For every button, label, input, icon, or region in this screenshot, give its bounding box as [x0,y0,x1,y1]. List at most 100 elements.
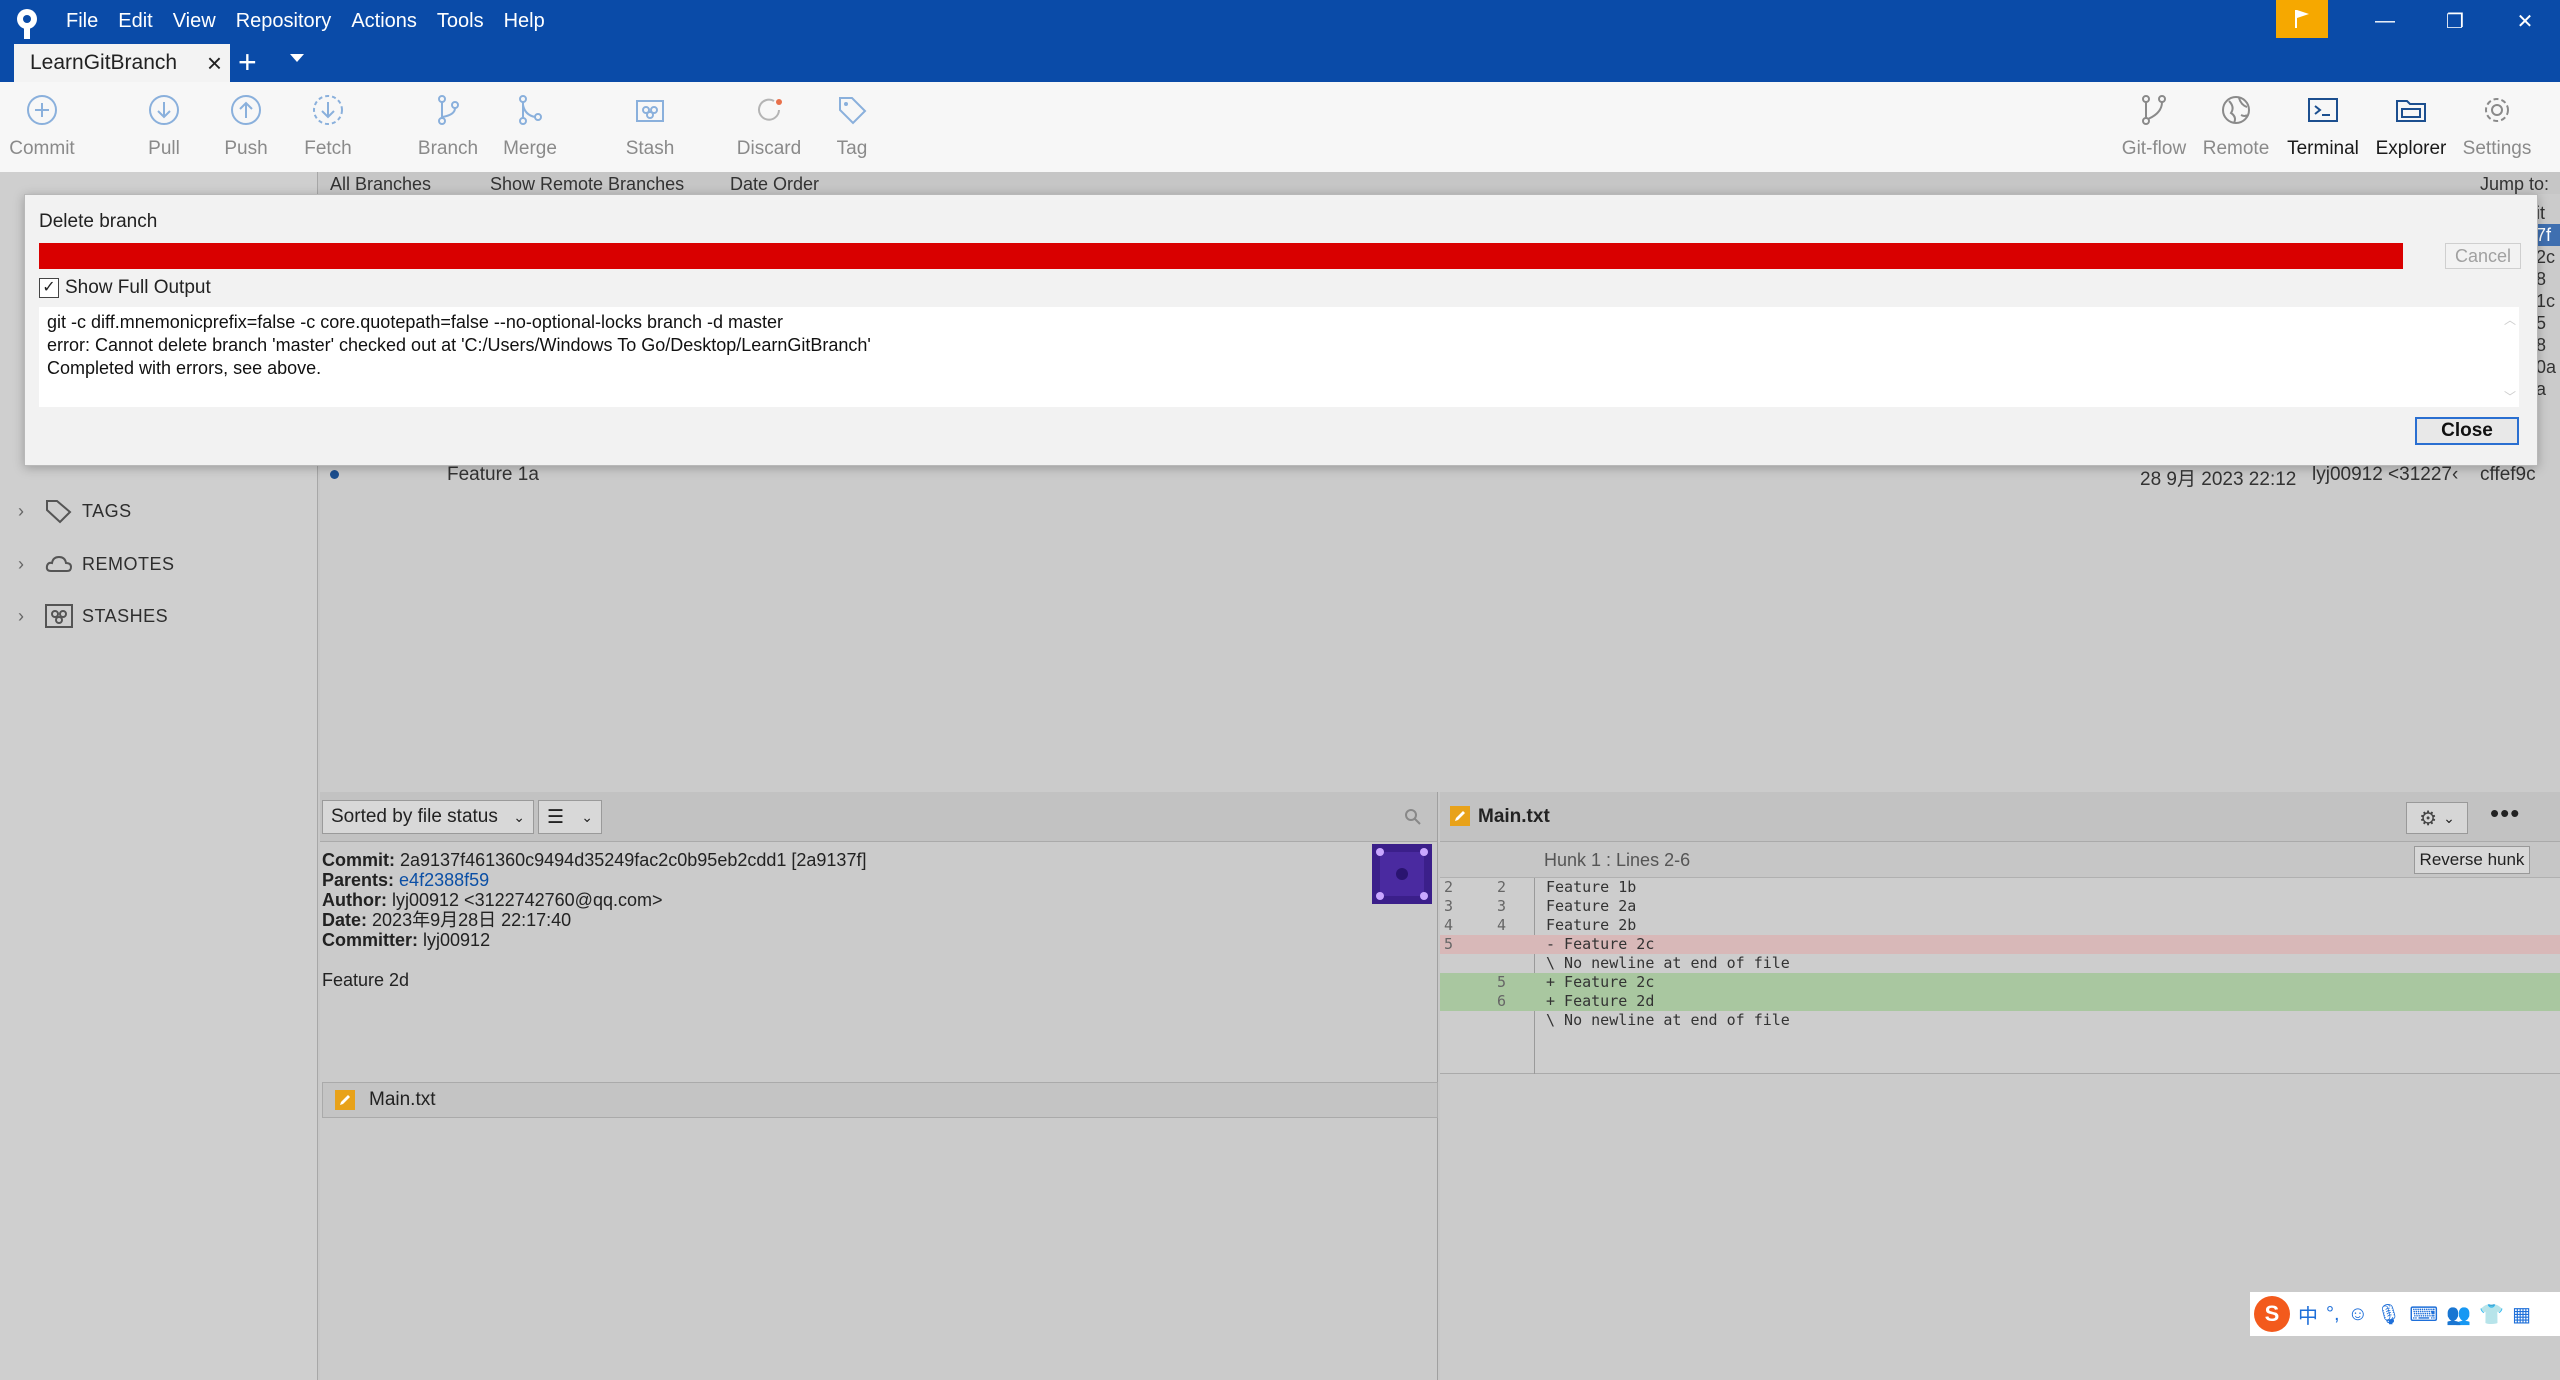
merge-icon [519,95,542,125]
microphone-icon[interactable]: 🎙 [2376,1302,2401,1327]
restore-button[interactable]: ❐ [2420,0,2490,42]
column-fragments: it 7f 2c 8 1c 5 8 0a a [2536,202,2560,400]
fetch-button[interactable]: Fetch [283,90,373,160]
repo-tab[interactable]: LearnGitBranch × [14,44,230,82]
menu-view[interactable]: View [163,9,226,33]
chevron-down-icon: ⌄ [581,808,593,825]
new-tab-button[interactable]: + [238,44,257,80]
sidebar-item-stashes[interactable]: › STASHES [18,603,168,629]
fetch-icon [313,95,343,125]
sidebar-item-label: STASHES [82,605,169,626]
chevron-right-icon: › [18,553,25,574]
tab-list-chevron-down-icon[interactable] [290,54,304,62]
sourcetree-logo-icon [17,9,37,39]
commit-date: 28 9月 2023 22:12 [2140,469,2297,490]
git-flow-icon [2142,95,2166,125]
settings-button[interactable]: Settings [2452,90,2542,160]
menu-file[interactable]: File [56,9,108,33]
commit-metadata: Commit: 2a9137f461360c9494d35249fac2c0b9… [322,850,867,990]
user-icon[interactable]: 👥 [2446,1302,2471,1327]
more-options-icon[interactable]: ••• [2490,798,2520,829]
discard-button[interactable]: Discard [724,90,814,160]
emoji-icon[interactable]: ☺ [2348,1303,2368,1326]
reverse-hunk-button[interactable]: Reverse hunk [2414,846,2530,874]
chevron-down-icon: ⌄ [2443,809,2455,826]
remote-button[interactable]: Remote [2191,90,2281,160]
punctuation-icon[interactable]: °, [2326,1303,2340,1326]
commit-hash: cffef9c [2480,464,2536,485]
git-flow-button[interactable]: Git-flow [2109,90,2199,160]
stash-button[interactable]: Stash [605,90,695,160]
cancel-button[interactable]: Cancel [2445,243,2521,269]
skin-icon[interactable]: 👕 [2479,1302,2504,1327]
menu-actions[interactable]: Actions [341,9,427,33]
show-remote-checkbox[interactable]: Show Remote Branches [490,174,684,195]
details-header: Sorted by file status ⌄ ☰ ⌄ [320,792,1437,842]
avatar [1372,844,1432,904]
commit-details-pane: Sorted by file status ⌄ ☰ ⌄ Commit: 2a91… [320,792,1438,1380]
terminal-button[interactable]: Terminal [2278,90,2368,160]
output-scrollbar[interactable]: ︿ ﹀ [2501,307,2519,407]
sidebar-item-label: TAGS [82,500,132,521]
folder-icon [2396,100,2426,122]
order-dropdown[interactable]: Date Order [730,174,819,195]
close-button[interactable]: Close [2415,417,2519,445]
show-full-output-checkbox[interactable]: ✓ Show Full Output [39,277,211,299]
diff-line-added: 6 + Feature 2d [1440,992,2560,1011]
toolbar: Commit Pull Push Fetch Branch Merge Stas… [0,82,2560,172]
hunk-label: Hunk 1 : Lines 2-6 [1544,850,1691,870]
stash-icon [636,100,664,122]
sidebar-item-remotes[interactable]: › REMOTES [18,551,175,577]
checkbox-checked-icon[interactable]: ✓ [39,278,59,298]
file-list-item[interactable]: Main.txt [322,1082,1438,1118]
commit-button[interactable]: Commit [0,90,87,160]
cloud-icon [45,555,73,572]
pull-icon [149,95,179,125]
toolbox-icon[interactable]: ▦ [2512,1302,2531,1327]
diff-line: \ No newline at end of file [1546,1011,1790,1029]
search-icon[interactable] [1404,808,1422,826]
output-line: Completed with errors, see above. [47,358,322,378]
minimize-button[interactable]: — [2350,0,2420,42]
author-value: lyj00912 <3122742760@qq.com> [392,890,663,910]
sidebar-item-label: REMOTES [82,553,175,574]
notification-flag-button[interactable] [2276,0,2328,38]
sogou-logo-icon[interactable]: S [2254,1296,2290,1332]
output-line: git -c diff.mnemonicprefix=false -c core… [47,312,784,332]
commit-author: lyj00912 <31227‹ [2312,464,2459,485]
pull-button[interactable]: Pull [119,90,209,160]
file-name: Main.txt [369,1089,436,1110]
commit-row[interactable]: Feature 1a 28 9月 2023 22:12 lyj00912 <31… [320,464,2560,492]
diff-file-name: Main.txt [1478,806,1550,827]
chevron-down-icon: ⌄ [513,808,525,825]
explorer-button[interactable]: Explorer [2366,90,2456,160]
discard-icon [758,98,782,121]
diff-options-button[interactable]: ⚙ ⌄ [2406,802,2468,834]
close-window-button[interactable]: ✕ [2490,0,2560,42]
push-button[interactable]: Push [201,90,291,160]
branches-dropdown[interactable]: All Branches [330,174,431,195]
tab-close-icon[interactable]: × [207,48,222,79]
branch-button[interactable]: Branch [403,90,493,160]
tag-button[interactable]: Tag [807,90,897,160]
ime-language-toggle[interactable]: 中 [2298,1300,2318,1329]
gear-icon: ⚙ [2419,807,2438,830]
list-icon: ☰ [547,806,565,828]
menu-tools[interactable]: Tools [427,9,494,33]
commit-icon [27,95,57,125]
merge-button[interactable]: Merge [485,90,575,160]
view-mode-dropdown[interactable]: ☰ ⌄ [538,800,602,834]
parent-link[interactable]: e4f2388f59 [399,870,489,890]
modified-file-icon [1450,806,1470,826]
sidebar-item-tags[interactable]: › TAGS [18,498,132,524]
terminal-icon [2308,98,2338,122]
menu-repository[interactable]: Repository [226,9,342,33]
output-textbox[interactable]: git -c diff.mnemonicprefix=false -c core… [39,307,2519,407]
diff-line: 33 Feature 2a [1444,897,1637,915]
sort-dropdown[interactable]: Sorted by file status ⌄ [322,800,534,834]
menu-edit[interactable]: Edit [108,9,162,33]
show-full-output-label: Show Full Output [65,277,211,298]
diff-body: 22 Feature 1b 33 Feature 2a 44 Feature 2… [1440,878,2560,1074]
menu-help[interactable]: Help [494,9,555,33]
keyboard-icon[interactable]: ⌨ [2409,1302,2438,1327]
